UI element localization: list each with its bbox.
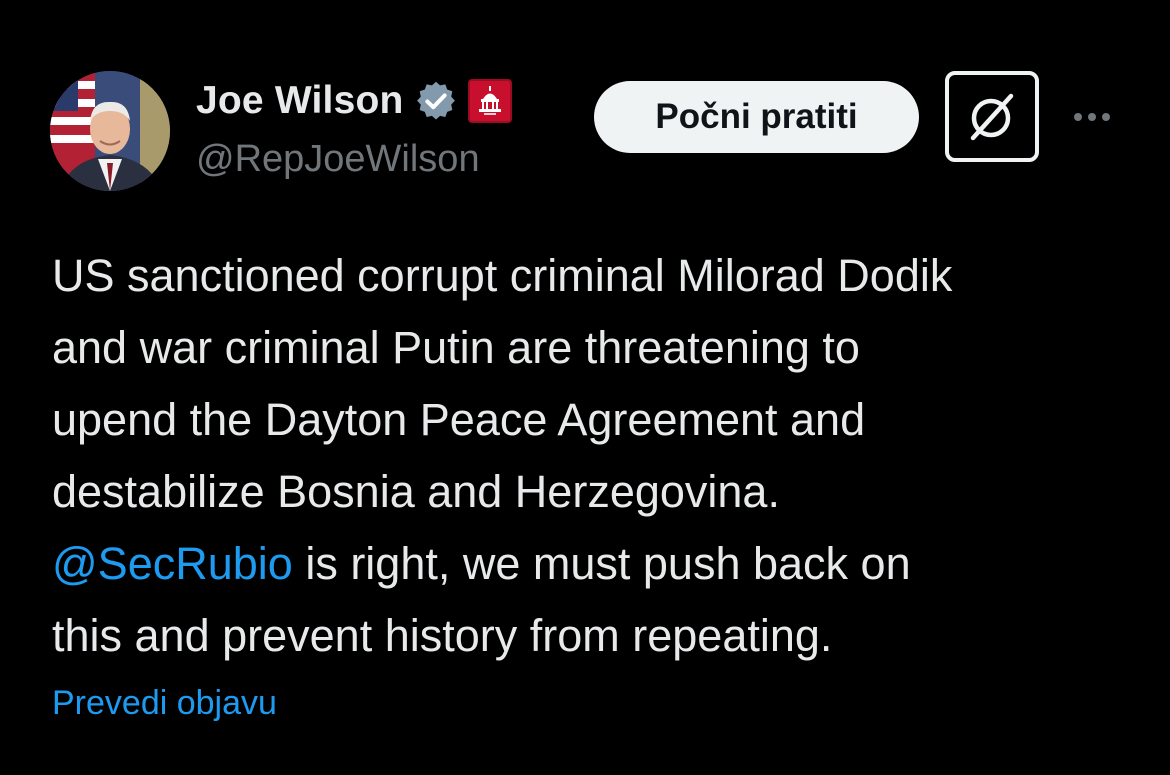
tweet-line: @SecRubio is right, we must push back on [52, 528, 1152, 600]
house-gop-affiliate-badge[interactable] [467, 79, 512, 123]
verified-badge-icon[interactable] [414, 79, 458, 123]
grok-icon [970, 93, 1014, 140]
follow-button[interactable]: Počni pratiti [594, 81, 919, 153]
author-name-row: Joe Wilson [196, 76, 512, 126]
portrait-avatar-icon [50, 71, 170, 191]
capitol-icon [478, 86, 501, 115]
tweet-line: destabilize Bosnia and Herzegovina. [52, 466, 780, 517]
tweet-line-rest: is right, we must push back on [292, 538, 911, 589]
more-options-icon [1074, 113, 1082, 121]
tweet-line: and war criminal Putin are threatening t… [52, 322, 860, 373]
translate-post-link[interactable]: Prevedi objavu [52, 684, 277, 723]
more-options-button[interactable] [1062, 97, 1122, 137]
tweet: Joe Wilson @RepJoeWilson Počni pratiti U… [0, 0, 1170, 775]
avatar[interactable] [50, 71, 170, 191]
tweet-line: this and prevent history from repeating. [52, 610, 833, 661]
tweet-line: US sanctioned corrupt criminal Milorad D… [52, 250, 953, 301]
author-handle[interactable]: @RepJoeWilson [196, 138, 480, 181]
tweet-line: upend the Dayton Peace Agreement and [52, 394, 866, 445]
grok-button[interactable] [945, 71, 1039, 162]
tweet-text: US sanctioned corrupt criminal Milorad D… [52, 240, 1152, 672]
author-display-name[interactable]: Joe Wilson [196, 79, 404, 123]
mention-link[interactable]: @SecRubio [52, 538, 293, 589]
